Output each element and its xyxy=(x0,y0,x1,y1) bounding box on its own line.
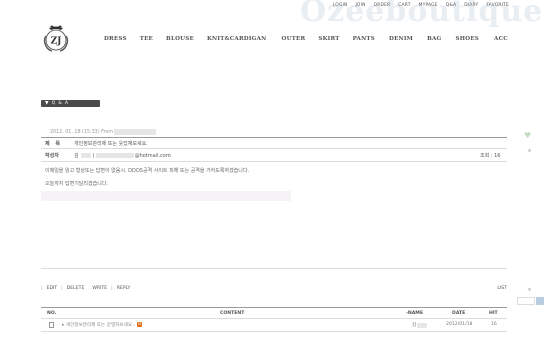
post-body-line2: 오늘까지 답변기달리겠습니다. xyxy=(45,181,108,187)
redacted-name xyxy=(80,153,91,158)
redacted-row-name xyxy=(417,322,428,328)
brand-logo[interactable]: ZJ xyxy=(40,24,72,54)
separator: | xyxy=(111,286,113,291)
view-count: 조회 : 16 xyxy=(480,153,501,159)
table-header-border xyxy=(41,318,507,319)
side-search-button[interactable] xyxy=(536,297,544,305)
list-button[interactable]: LIST xyxy=(497,286,507,291)
login-link[interactable]: LOGIN xyxy=(333,3,348,8)
table-row-name: 김 xyxy=(412,322,428,328)
redacted-ip xyxy=(114,129,157,135)
join-link[interactable]: JOIN xyxy=(355,3,365,8)
author-email: @hotmail.com xyxy=(134,152,171,159)
author-name: 김 xyxy=(74,153,79,159)
nav-knit-cardigan[interactable]: KNIT&CARDIGAN xyxy=(207,36,267,42)
mypage-link[interactable]: MYPAGE xyxy=(419,3,438,8)
subject-value: 개인정보관리제 또는 웃었재보세요. xyxy=(74,141,148,147)
table-top-border xyxy=(41,307,507,308)
post-meta: 2012. 01. 18 (15:33) From xyxy=(50,129,157,135)
board-title-badge: ▼ Q & A xyxy=(41,100,100,107)
edit-button[interactable]: EDIT xyxy=(47,286,58,291)
arrow-up-icon[interactable]: ▲ xyxy=(528,147,531,152)
table-row-title[interactable]: ▸ 개인정보관리제 또는 운영자보세요.. N xyxy=(62,322,143,328)
table-row-date: 2012/01/18 xyxy=(446,322,473,327)
nav-blouse[interactable]: BLOUSE xyxy=(166,36,194,42)
diary-link[interactable]: DIARY xyxy=(464,3,478,8)
nav-outer[interactable]: OUTER xyxy=(282,36,306,42)
nav-bag[interactable]: BAG xyxy=(427,36,441,42)
row-name-text: 김 xyxy=(412,323,417,328)
separator: | xyxy=(61,286,63,291)
top-links: LOGIN JOIN ORDER CART MYPAGE Q&A DIARY F… xyxy=(333,3,509,8)
nav-dress[interactable]: DRESS xyxy=(104,36,127,42)
order-link[interactable]: ORDER xyxy=(374,3,391,8)
divider-subject xyxy=(41,148,507,149)
nav-pants[interactable]: PANTS xyxy=(353,36,375,42)
qna-link[interactable]: Q&A xyxy=(446,3,456,8)
header-name-label: NAME xyxy=(407,311,424,316)
header-hit: HIT xyxy=(489,311,498,316)
header-no: NO. xyxy=(47,311,57,316)
header-content: CONTENT xyxy=(220,311,245,316)
side-search-input[interactable] xyxy=(517,297,535,305)
header-date: DATE xyxy=(452,311,466,316)
redacted-email xyxy=(95,153,134,158)
divider-author xyxy=(41,161,507,162)
nav-denim[interactable]: DENIM xyxy=(389,36,413,42)
table-bottom-border xyxy=(41,331,507,332)
delete-button[interactable]: DELETE xyxy=(67,286,85,291)
document-icon xyxy=(49,322,54,328)
logo-text: ZJ xyxy=(51,37,62,47)
nav-skirt[interactable]: SKIRT xyxy=(318,36,339,42)
author-value: 김 ( @hotmail.com xyxy=(74,152,171,160)
main-nav: DRESS TEE BLOUSE KNIT&CARDIGAN OUTER SKI… xyxy=(104,36,508,42)
subject-label: 제 목 xyxy=(45,141,62,147)
faded-background xyxy=(41,191,291,201)
nav-tee[interactable]: TEE xyxy=(140,36,153,42)
nav-acc[interactable]: ACC xyxy=(494,36,508,42)
post-actions: | EDIT | DELETE WRITE | REPLY xyxy=(41,286,130,291)
author-paren: ( xyxy=(92,152,95,159)
table-row-hit: 16 xyxy=(491,322,497,327)
favorite-link[interactable]: FAVORITE xyxy=(486,3,509,8)
post-body-line1: 이메일을 읽고 형상또는 답변이 없음시. DDOS공격 사이트 피해 또는 공… xyxy=(45,168,250,174)
reply-button[interactable]: REPLY xyxy=(117,286,131,291)
post-date: 2012. 01. 18 (15:33) From xyxy=(50,129,114,135)
row-title-text[interactable]: ▸ 개인정보관리제 또는 운영자보세요.. xyxy=(62,323,135,328)
cart-link[interactable]: CART xyxy=(398,3,410,8)
arrow-down-icon[interactable]: ▼ xyxy=(528,287,531,292)
nav-shoes[interactable]: SHOES xyxy=(456,36,480,42)
divider-top xyxy=(41,137,507,138)
separator: | xyxy=(41,286,43,291)
author-label: 작성자 xyxy=(45,153,59,159)
new-icon: N xyxy=(137,322,143,327)
divider-body-end xyxy=(41,268,507,269)
header-name: ›NAME xyxy=(406,311,423,316)
heart-icon[interactable]: ♥ xyxy=(524,131,531,140)
write-button[interactable]: WRITE xyxy=(92,286,107,291)
